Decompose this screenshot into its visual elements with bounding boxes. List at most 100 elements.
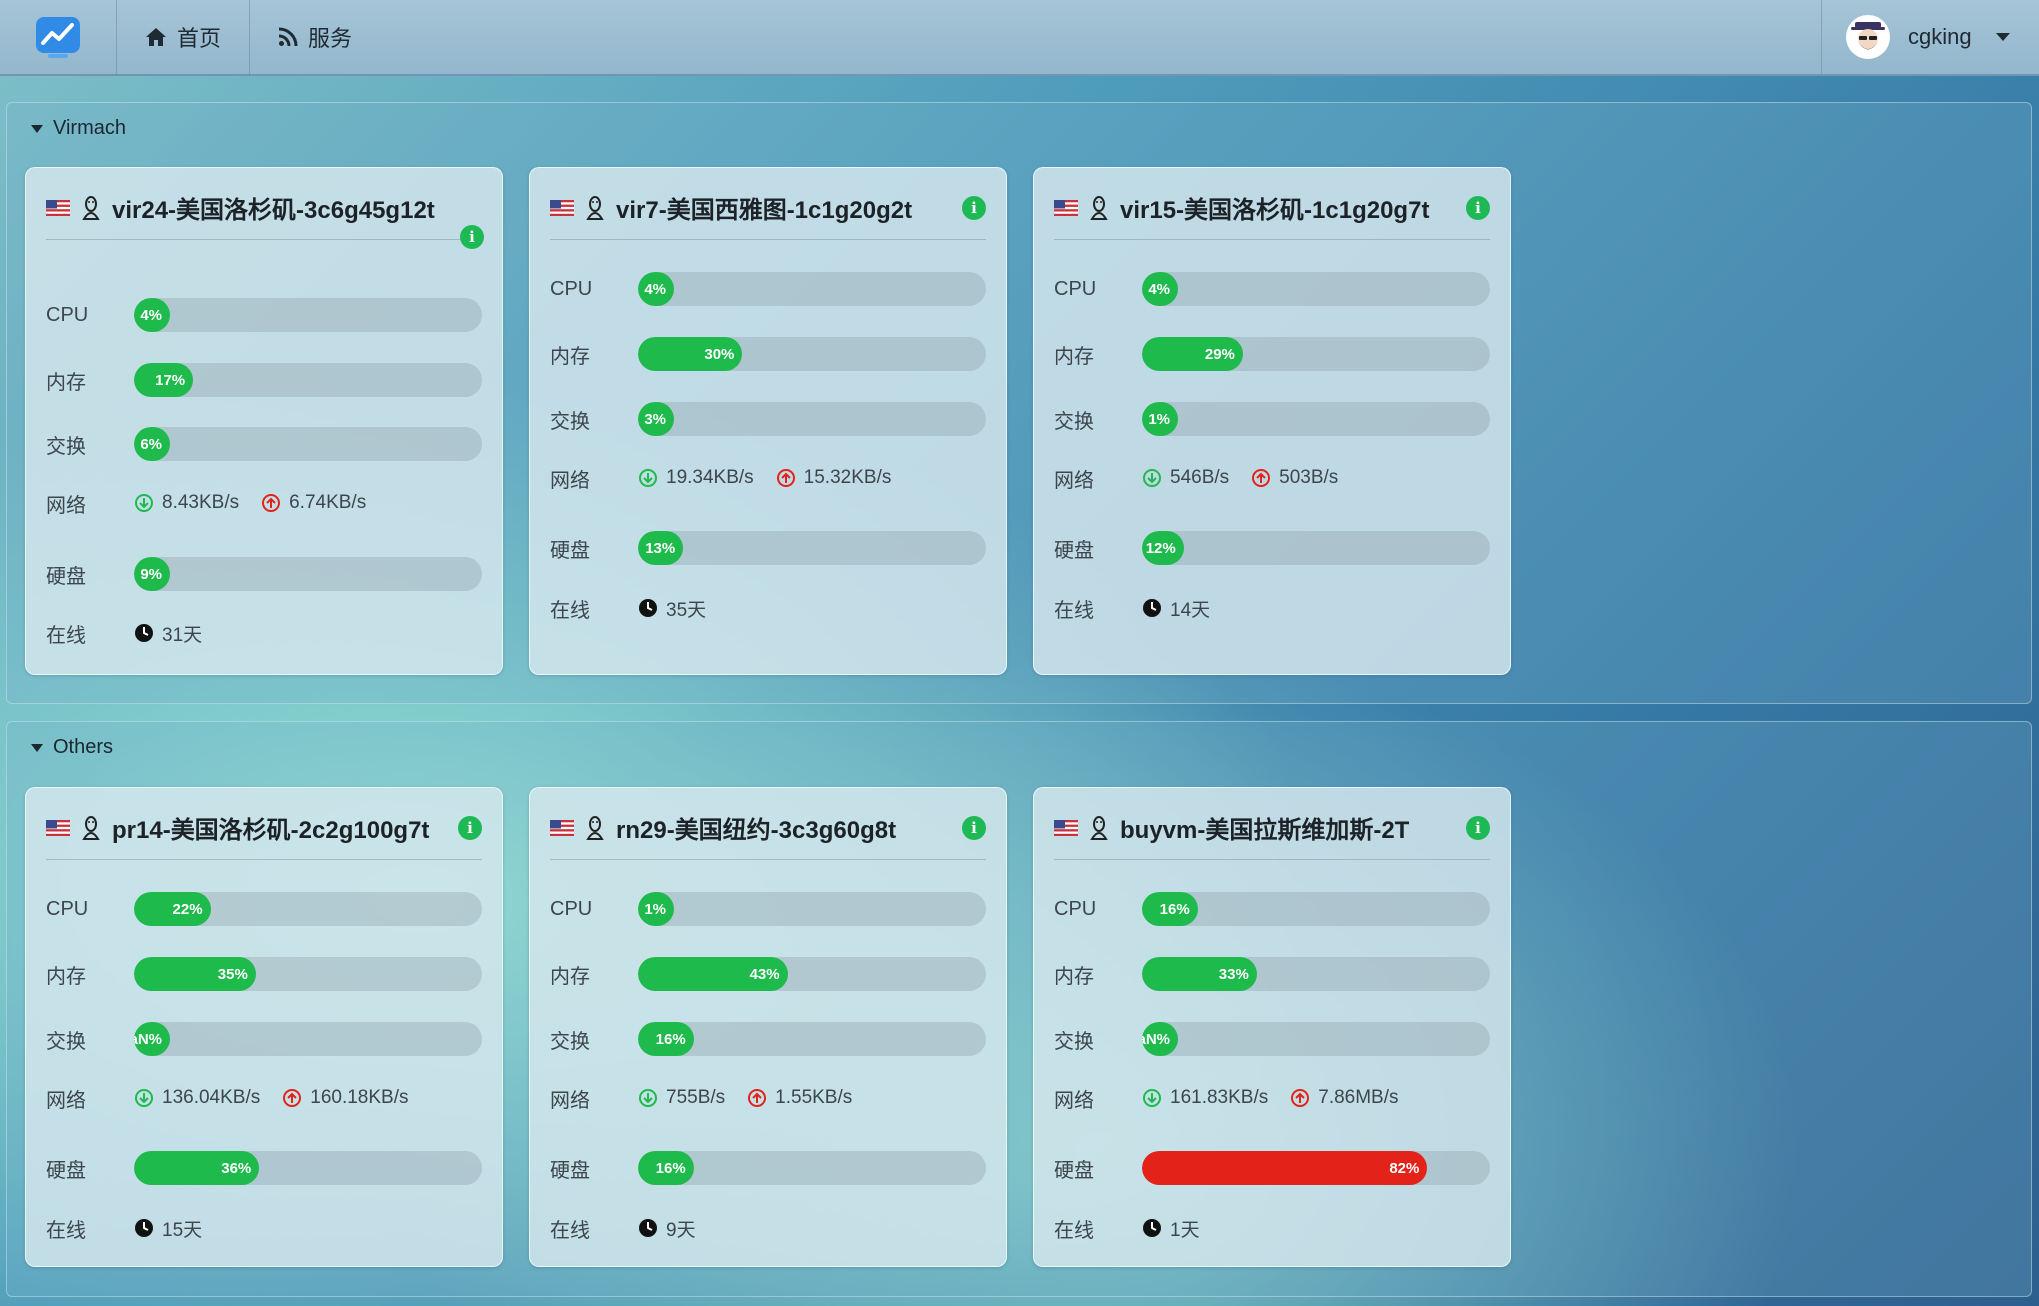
net-speed: 19.34KB/s 15.32KB/s bbox=[638, 467, 891, 489]
uptime-value: 1天 bbox=[1170, 1219, 1200, 1241]
upload-icon bbox=[262, 494, 281, 512]
mem-value: 30% bbox=[638, 337, 743, 371]
group-title: Virmach bbox=[53, 117, 126, 139]
swap-progress: 16% bbox=[638, 1022, 986, 1056]
group-toggle[interactable]: Virmach bbox=[31, 117, 126, 140]
user-menu[interactable]: cgking bbox=[1821, 0, 2039, 74]
cpu-value: 4% bbox=[638, 272, 674, 306]
mem-row: 内存 43% bbox=[550, 957, 986, 991]
disk-progress: 9% bbox=[134, 557, 482, 591]
net-row: 网络 19.34KB/s 15.32KB/s bbox=[550, 461, 986, 495]
swap-label: 交换 bbox=[1054, 410, 1094, 433]
cpu-progress: 4% bbox=[1142, 272, 1490, 306]
disk-progress: 16% bbox=[638, 1151, 986, 1185]
server-name: buyvm-美国拉斯维加斯-2T bbox=[1120, 817, 1410, 844]
disk-value: 9% bbox=[134, 557, 170, 591]
group-title: Others bbox=[53, 736, 114, 758]
cpu-value: 16% bbox=[1142, 892, 1198, 926]
net-label: 网络 bbox=[550, 469, 590, 492]
linux-icon bbox=[82, 195, 100, 220]
nav-home-label: 首页 bbox=[177, 26, 222, 51]
net-down: 8.43KB/s bbox=[162, 492, 240, 513]
swap-value: 6% bbox=[134, 427, 170, 461]
us-flag-icon bbox=[1054, 819, 1078, 836]
disk-row: 硬盘 12% bbox=[1054, 531, 1490, 565]
net-up: 15.32KB/s bbox=[803, 467, 892, 488]
net-up: 160.18KB/s bbox=[310, 1087, 409, 1108]
net-up: 7.86MB/s bbox=[1318, 1087, 1399, 1108]
nav-home[interactable]: 首页 bbox=[116, 0, 249, 74]
mem-label: 内存 bbox=[1054, 345, 1094, 368]
online-row: 在线 35天 bbox=[550, 591, 986, 625]
disk-progress: 36% bbox=[134, 1151, 482, 1185]
disk-label: 硬盘 bbox=[46, 565, 86, 588]
upload-icon bbox=[748, 1089, 767, 1107]
info-icon[interactable]: i bbox=[1466, 815, 1490, 840]
online-row: 在线 9天 bbox=[550, 1211, 986, 1245]
nav-services[interactable]: 服务 bbox=[249, 0, 380, 74]
cpu-progress: 4% bbox=[134, 298, 482, 332]
disk-row: 硬盘 16% bbox=[550, 1151, 986, 1185]
mem-value: 33% bbox=[1142, 957, 1257, 991]
cpu-row: CPU 4% bbox=[46, 298, 482, 332]
group-toggle[interactable]: Others bbox=[31, 736, 113, 759]
net-speed: 8.43KB/s 6.74KB/s bbox=[134, 492, 366, 514]
swap-label: 交换 bbox=[46, 1030, 86, 1053]
online-row: 在线 1天 bbox=[1054, 1211, 1490, 1245]
divider bbox=[1054, 859, 1490, 860]
net-label: 网络 bbox=[46, 494, 86, 517]
info-icon[interactable]: i bbox=[458, 815, 482, 840]
divider bbox=[1054, 239, 1490, 240]
info-icon[interactable]: i bbox=[962, 195, 986, 220]
online-label: 在线 bbox=[46, 1219, 86, 1242]
username: cgking bbox=[1908, 24, 1972, 49]
clock-icon bbox=[639, 1219, 657, 1237]
upload-icon bbox=[1291, 1089, 1310, 1107]
swap-label: 交换 bbox=[1054, 1030, 1094, 1053]
swap-value: NaN% bbox=[134, 1022, 170, 1056]
server-group: Virmach vir24-美国洛杉矶-3c6g45g12t i CPU 4% … bbox=[6, 102, 2032, 704]
net-speed: 161.83KB/s 7.86MB/s bbox=[1142, 1087, 1399, 1109]
clock-icon bbox=[1143, 1219, 1161, 1237]
server-card: rn29-美国纽约-3c3g60g8t i CPU 1% 内存 43% 交换 1… bbox=[529, 787, 1007, 1267]
uptime-value: 15天 bbox=[162, 1219, 203, 1241]
disk-value: 82% bbox=[1142, 1151, 1428, 1185]
net-down: 19.34KB/s bbox=[666, 467, 754, 488]
avatar bbox=[1846, 15, 1890, 59]
online-label: 在线 bbox=[1054, 599, 1094, 622]
disk-label: 硬盘 bbox=[1054, 1159, 1094, 1182]
divider bbox=[550, 239, 986, 240]
cpu-row: CPU 4% bbox=[1054, 272, 1490, 306]
uptime-value: 31天 bbox=[162, 624, 203, 646]
mem-row: 内存 17% bbox=[46, 363, 482, 397]
mem-row: 内存 29% bbox=[1054, 337, 1490, 371]
info-icon[interactable]: i bbox=[962, 815, 986, 840]
clock-icon bbox=[639, 599, 657, 617]
cpu-row: CPU 16% bbox=[1054, 892, 1490, 926]
swap-progress: 6% bbox=[134, 427, 482, 461]
online-label: 在线 bbox=[550, 1219, 590, 1242]
info-icon[interactable]: i bbox=[460, 225, 484, 249]
disk-progress: 12% bbox=[1142, 531, 1490, 565]
net-label: 网络 bbox=[1054, 1089, 1094, 1112]
server-title: vir7-美国西雅图-1c1g20g2t i bbox=[550, 190, 986, 225]
info-icon[interactable]: i bbox=[1466, 195, 1490, 220]
server-title: pr14-美国洛杉矶-2c2g100g7t i bbox=[46, 810, 482, 845]
app-logo[interactable] bbox=[0, 0, 116, 74]
mem-value: 17% bbox=[134, 363, 194, 397]
user-avatar-icon bbox=[1851, 22, 1885, 50]
us-flag-icon bbox=[550, 199, 574, 216]
swap-label: 交换 bbox=[550, 410, 590, 433]
net-down: 755B/s bbox=[666, 1087, 726, 1108]
cpu-value: 4% bbox=[1142, 272, 1178, 306]
mem-row: 内存 35% bbox=[46, 957, 482, 991]
mem-progress: 33% bbox=[1142, 957, 1490, 991]
mem-progress: 17% bbox=[134, 363, 482, 397]
online-label: 在线 bbox=[46, 624, 86, 647]
net-speed: 546B/s 503B/s bbox=[1142, 467, 1338, 489]
mem-progress: 35% bbox=[134, 957, 482, 991]
net-up: 1.55KB/s bbox=[775, 1087, 853, 1108]
clock-icon bbox=[135, 1219, 153, 1237]
swap-progress: NaN% bbox=[1142, 1022, 1490, 1056]
disk-label: 硬盘 bbox=[46, 1159, 86, 1182]
